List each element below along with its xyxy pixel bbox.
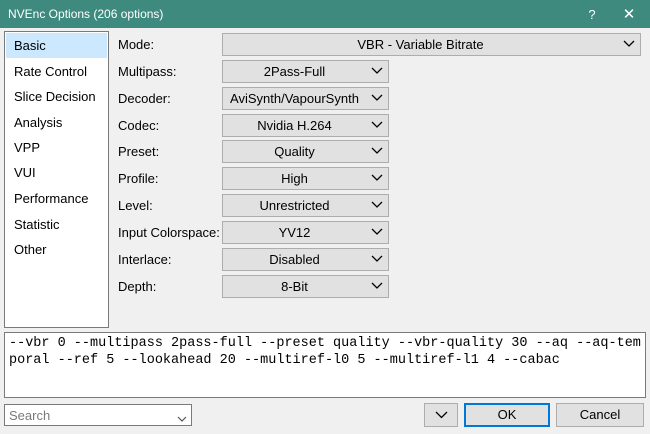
title-bar: NVEnc Options (206 options) ? ✕ bbox=[0, 0, 650, 28]
sidebar-item-performance[interactable]: Performance bbox=[6, 186, 107, 211]
sidebar-item-slice-decision[interactable]: Slice Decision bbox=[6, 84, 107, 109]
ok-button[interactable]: OK bbox=[464, 403, 550, 427]
multipass-value: 2Pass-Full bbox=[263, 64, 326, 79]
chevron-down-icon bbox=[366, 168, 388, 189]
codec-label: Codec: bbox=[118, 118, 160, 133]
chevron-down-icon bbox=[618, 34, 640, 55]
menu-dropdown-button[interactable] bbox=[424, 403, 458, 427]
chevron-down-icon bbox=[435, 411, 448, 419]
search-input[interactable] bbox=[9, 406, 169, 424]
mode-dropdown[interactable]: VBR - Variable Bitrate bbox=[222, 33, 641, 56]
interlace-label: Interlace: bbox=[118, 252, 172, 267]
chevron-down-icon bbox=[366, 141, 388, 162]
decoder-value: AviSynth/VapourSynth bbox=[230, 91, 359, 106]
sidebar-item-analysis[interactable]: Analysis bbox=[6, 110, 107, 135]
codec-value: Nvidia H.264 bbox=[257, 118, 332, 133]
chevron-down-icon bbox=[366, 195, 388, 216]
chevron-down-icon bbox=[366, 249, 388, 270]
command-line-textbox[interactable]: --vbr 0 --multipass 2pass-full --preset … bbox=[4, 332, 646, 398]
input-colorspace-label: Input Colorspace: bbox=[118, 225, 220, 240]
mode-label: Mode: bbox=[118, 37, 155, 52]
level-dropdown[interactable]: Unrestricted bbox=[222, 194, 389, 217]
input-colorspace-value: YV12 bbox=[278, 225, 311, 240]
decoder-dropdown[interactable]: AviSynth/VapourSynth bbox=[222, 87, 389, 110]
profile-value: High bbox=[281, 171, 308, 186]
chevron-down-icon bbox=[366, 276, 388, 297]
chevron-down-icon[interactable] bbox=[177, 411, 187, 426]
cancel-button[interactable]: Cancel bbox=[556, 403, 644, 427]
level-label: Level: bbox=[118, 198, 153, 213]
sidebar-item-vui[interactable]: VUI bbox=[6, 160, 107, 185]
multipass-dropdown[interactable]: 2Pass-Full bbox=[222, 60, 389, 83]
interlace-value: Disabled bbox=[269, 252, 320, 267]
preset-value: Quality bbox=[274, 144, 315, 159]
profile-dropdown[interactable]: High bbox=[222, 167, 389, 190]
depth-dropdown[interactable]: 8-Bit bbox=[222, 275, 389, 298]
category-list: Basic Rate Control Slice Decision Analys… bbox=[4, 31, 109, 328]
sidebar-item-vpp[interactable]: VPP bbox=[6, 135, 107, 160]
preset-dropdown[interactable]: Quality bbox=[222, 140, 389, 163]
chevron-down-icon bbox=[366, 115, 388, 136]
sidebar-item-basic[interactable]: Basic bbox=[6, 33, 107, 58]
chevron-down-icon bbox=[366, 88, 388, 109]
level-value: Unrestricted bbox=[259, 198, 330, 213]
depth-label: Depth: bbox=[118, 279, 157, 294]
multipass-label: Multipass: bbox=[118, 64, 177, 79]
sidebar-item-other[interactable]: Other bbox=[6, 237, 107, 262]
decoder-label: Decoder: bbox=[118, 91, 171, 106]
depth-value: 8-Bit bbox=[281, 279, 308, 294]
mode-value: VBR - Variable Bitrate bbox=[357, 37, 484, 52]
sidebar-item-statistic[interactable]: Statistic bbox=[6, 212, 107, 237]
window-title: NVEnc Options (206 options) bbox=[8, 7, 164, 21]
input-colorspace-dropdown[interactable]: YV12 bbox=[222, 221, 389, 244]
search-combobox[interactable] bbox=[4, 404, 192, 426]
close-button[interactable]: ✕ bbox=[611, 0, 647, 28]
chevron-down-icon bbox=[366, 222, 388, 243]
sidebar-item-rate-control[interactable]: Rate Control bbox=[6, 59, 107, 84]
chevron-down-icon bbox=[366, 61, 388, 82]
profile-label: Profile: bbox=[118, 171, 159, 186]
codec-dropdown[interactable]: Nvidia H.264 bbox=[222, 114, 389, 137]
interlace-dropdown[interactable]: Disabled bbox=[222, 248, 389, 271]
preset-label: Preset: bbox=[118, 144, 160, 159]
help-button[interactable]: ? bbox=[574, 0, 610, 28]
